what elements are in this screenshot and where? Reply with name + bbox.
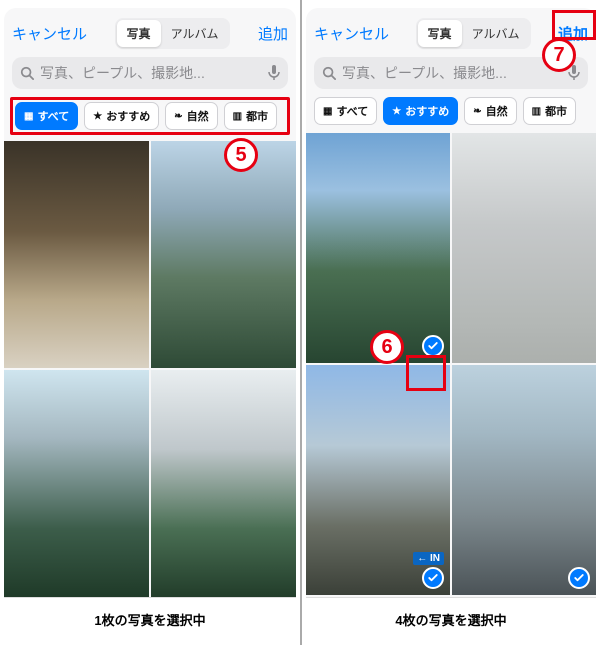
cancel-button[interactable]: キャンセル (314, 23, 389, 44)
filters-highlight: ▦ すべて ★ おすすめ ❧ 自然 ▥ 都市 (10, 97, 290, 135)
checkmark-icon (573, 572, 585, 584)
step-marker-5: 5 (224, 138, 258, 172)
chip-all-label: すべて (37, 108, 69, 124)
chip-city[interactable]: ▥ 都市 (224, 102, 277, 130)
leaf-icon: ❧ (174, 111, 182, 122)
photo-thumb[interactable] (452, 133, 596, 363)
search-field[interactable]: 写真、ピープル、撮影地... (12, 57, 288, 89)
search-icon (20, 66, 34, 80)
city-icon: ▥ (233, 111, 242, 122)
photo-grid: ← IN (306, 133, 596, 597)
star-icon: ★ (392, 106, 401, 117)
photo-thumb[interactable] (452, 365, 596, 595)
leaf-icon: ❧ (473, 106, 481, 117)
checkmark-icon (427, 572, 439, 584)
photo-thumb[interactable] (4, 141, 149, 368)
chip-city[interactable]: ▥ 都市 (523, 97, 576, 125)
seg-photos[interactable]: 写真 (418, 20, 462, 47)
picker-sheet: キャンセル 写真 アルバム 追加 写真、ピープル、撮影地... ▦ すべて (4, 8, 296, 645)
city-icon: ▥ (532, 106, 541, 117)
chip-nature[interactable]: ❧ 自然 (165, 102, 217, 130)
add-button[interactable]: 追加 (258, 23, 288, 44)
chip-nature[interactable]: ❧ 自然 (464, 97, 516, 125)
photo-thumb[interactable] (306, 133, 450, 363)
chip-nature-label: 自然 (486, 103, 508, 119)
chip-all[interactable]: ▦ すべて (15, 102, 78, 130)
seg-albums[interactable]: アルバム (161, 20, 229, 47)
selection-check[interactable] (568, 567, 590, 589)
photo-thumb[interactable] (151, 370, 296, 597)
view-segmented-control[interactable]: 写真 アルバム (115, 18, 231, 49)
chip-city-label: 都市 (246, 108, 268, 124)
star-icon: ★ (93, 111, 102, 122)
mic-icon[interactable] (268, 65, 280, 81)
chip-featured-label: おすすめ (405, 103, 449, 119)
photo-thumb[interactable] (151, 141, 296, 368)
in-sign: ← IN (413, 552, 444, 565)
photo-thumb[interactable] (4, 370, 149, 597)
seg-albums[interactable]: アルバム (462, 20, 530, 47)
selection-check[interactable] (422, 567, 444, 589)
photo-grid (4, 141, 296, 597)
grid-icon: ▦ (323, 106, 332, 117)
topbar: キャンセル 写真 アルバム 追加 (4, 8, 296, 57)
cancel-button[interactable]: キャンセル (12, 23, 87, 44)
checkmark-highlight (406, 355, 446, 391)
chip-featured[interactable]: ★ おすすめ (383, 97, 458, 125)
step-marker-7: 7 (542, 38, 576, 72)
chip-city-label: 都市 (545, 103, 567, 119)
search-placeholder: 写真、ピープル、撮影地... (40, 63, 262, 83)
grid-icon: ▦ (24, 111, 33, 122)
picker-sheet: キャンセル 写真 アルバム 追加 写真、ピープル、撮影地... ▦ すべて ★ (306, 8, 596, 645)
chip-nature-label: 自然 (187, 108, 209, 124)
add-button-highlight (552, 10, 596, 40)
photo-thumb[interactable]: ← IN (306, 365, 450, 595)
panel-right: キャンセル 写真 アルバム 追加 写真、ピープル、撮影地... ▦ すべて ★ (300, 0, 600, 645)
view-segmented-control[interactable]: 写真 アルバム (416, 18, 532, 49)
checkmark-icon (427, 340, 439, 352)
selection-check[interactable] (422, 335, 444, 357)
filter-chips: ▦ すべて ★ おすすめ ❧ 自然 ▥ 都市 (306, 97, 596, 133)
chip-all-label: すべて (336, 103, 368, 119)
chip-featured[interactable]: ★ おすすめ (84, 102, 159, 130)
seg-photos[interactable]: 写真 (117, 20, 161, 47)
search-placeholder: 写真、ピープル、撮影地... (342, 63, 562, 83)
selection-status: 4枚の写真を選択中 (306, 597, 596, 645)
search-icon (322, 66, 336, 80)
chip-featured-label: おすすめ (106, 108, 150, 124)
filter-chips: ▦ すべて ★ おすすめ ❧ 自然 ▥ 都市 (15, 102, 285, 130)
selection-status: 1枚の写真を選択中 (4, 597, 296, 645)
chip-all[interactable]: ▦ すべて (314, 97, 377, 125)
step-marker-6: 6 (370, 330, 404, 364)
panel-left: キャンセル 写真 アルバム 追加 写真、ピープル、撮影地... ▦ すべて (0, 0, 300, 645)
